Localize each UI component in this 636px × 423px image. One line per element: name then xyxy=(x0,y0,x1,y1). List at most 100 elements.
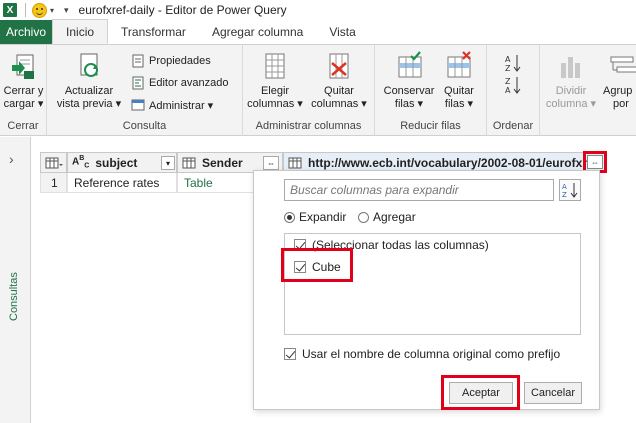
advanced-editor-label: Editor avanzado xyxy=(149,77,229,89)
refresh-icon xyxy=(74,51,104,81)
group-label-administrar-columnas: Administrar columnas xyxy=(255,120,362,132)
svg-text:A: A xyxy=(505,86,511,95)
group-reducir-filas: Conservar filas ▾ Quitar filas ▾ Reducir… xyxy=(375,45,487,136)
window-title: eurofxref-daily - Editor de Power Query xyxy=(78,3,287,17)
split-column-label-1: Dividir xyxy=(555,85,587,97)
expand-column-icon[interactable]: ⇔ xyxy=(263,156,279,170)
sort-descending-button[interactable]: ZA xyxy=(505,75,525,95)
group-label-cerrar: Cerrar xyxy=(7,120,39,132)
remove-rows-button[interactable]: Quitar filas ▾ xyxy=(437,51,481,111)
sort-ascending-icon: AZ xyxy=(505,53,521,73)
prefix-checkbox[interactable]: Usar el nombre de columna original como … xyxy=(284,347,560,361)
column-name-eurofxref: http://www.ecb.int/vocabulary/2002-08-01… xyxy=(308,155,588,170)
table-icon xyxy=(45,157,63,168)
remove-columns-label-2: columnas ▾ xyxy=(311,98,367,110)
group-by-icon xyxy=(609,51,636,81)
feedback-dropdown-icon[interactable]: ▾ xyxy=(50,6,54,15)
split-column-button[interactable]: Dividir columna ▾ xyxy=(542,51,600,111)
group-label-reducir-filas: Reducir filas xyxy=(400,120,461,132)
refresh-label-2: vista previa ▾ xyxy=(56,98,122,110)
tab-vista[interactable]: Vista xyxy=(316,20,368,44)
properties-button[interactable]: Propiedades xyxy=(131,54,211,68)
remove-columns-button[interactable]: Quitar columnas ▾ xyxy=(309,51,369,111)
tab-agregar-columna[interactable]: Agregar columna xyxy=(199,20,316,44)
group-cerrar: Cerrar y cargar ▾ Cerrar xyxy=(0,45,47,136)
group-label-ordenar: Ordenar xyxy=(492,120,534,132)
sort-az-icon: AZ xyxy=(562,183,578,199)
close-load-label-1: Cerrar y xyxy=(3,85,44,97)
sort-ascending-button[interactable]: AZ xyxy=(505,53,525,73)
refresh-preview-button[interactable]: Actualizar vista previa ▾ xyxy=(55,51,123,111)
svg-text:Z: Z xyxy=(505,77,511,86)
expand-columns-dialog: Buscar columnas para expandir AZ Expandi… xyxy=(253,170,600,410)
tab-transformar[interactable]: Transformar xyxy=(108,20,199,44)
remove-columns-icon xyxy=(324,51,354,81)
radio-aggregate[interactable]: Agregar xyxy=(358,210,416,224)
refresh-label-1: Actualizar xyxy=(64,85,114,97)
close-load-label-2: cargar ▾ xyxy=(3,98,44,110)
cell-subject[interactable]: Reference rates xyxy=(67,173,177,193)
row-index: 1 xyxy=(40,173,67,193)
quick-access-menu-icon[interactable]: ▾ xyxy=(64,5,69,16)
text-type-icon[interactable]: ABC xyxy=(72,155,89,169)
manage-label: Administrar ▾ xyxy=(149,99,214,112)
remove-rows-icon xyxy=(444,51,474,81)
keep-rows-icon xyxy=(394,51,424,81)
prefix-label: Usar el nombre de columna original como … xyxy=(302,347,561,361)
advanced-editor-button[interactable]: Editor avanzado xyxy=(131,76,229,90)
ribbon: Cerrar y cargar ▾ Cerrar Actualizar vist… xyxy=(0,44,636,136)
manage-button[interactable]: Administrar ▾ xyxy=(131,98,213,112)
radio-expand-circle[interactable] xyxy=(284,211,295,223)
tab-inicio[interactable]: Inicio xyxy=(52,19,109,44)
column-name-subject: subject xyxy=(95,155,138,170)
cancel-button[interactable]: Cancelar xyxy=(524,382,582,404)
queries-pane-label: Consultas xyxy=(8,272,20,321)
group-by-button[interactable]: Agrup por xyxy=(603,51,636,111)
split-column-label-2: columna ▾ xyxy=(545,98,597,110)
radio-expand-label: Expandir xyxy=(299,210,347,224)
column-header-subject[interactable]: ABC subject ▾ xyxy=(67,152,177,173)
radio-aggregate-label: Agregar xyxy=(373,210,416,224)
choose-columns-label-2: columnas ▾ xyxy=(247,98,303,110)
svg-text:Z: Z xyxy=(505,64,511,73)
excel-icon: X xyxy=(3,3,17,17)
remove-rows-label-1: Quitar xyxy=(444,85,474,97)
column-name-sender: Sender xyxy=(202,155,243,170)
search-columns-input[interactable]: Buscar columnas para expandir xyxy=(284,179,554,201)
close-load-button[interactable]: Cerrar y cargar ▾ xyxy=(2,51,45,111)
tab-archivo[interactable]: Archivo xyxy=(0,20,53,44)
chevron-right-icon[interactable]: › xyxy=(9,151,14,167)
highlight-ok-button xyxy=(441,375,520,410)
group-consulta: Actualizar vista previa ▾ Propiedades Ed… xyxy=(47,45,243,136)
sort-descending-icon: ZA xyxy=(505,75,521,95)
queries-pane[interactable]: › Consultas xyxy=(0,137,31,423)
table-type-icon xyxy=(182,157,196,168)
sort-columns-button[interactable]: AZ xyxy=(559,179,581,201)
split-column-icon xyxy=(556,51,586,81)
properties-label: Propiedades xyxy=(149,55,211,67)
smiley-feedback-icon[interactable] xyxy=(32,2,47,18)
group-ordenar: AZ ZA Ordenar xyxy=(487,45,540,136)
filter-dropdown-icon[interactable]: ▾ xyxy=(161,156,175,170)
prefix-check[interactable] xyxy=(284,348,296,360)
choose-columns-label-1: Elegir xyxy=(260,85,290,97)
title-separator xyxy=(25,3,26,17)
table-menu-button[interactable] xyxy=(40,152,67,173)
keep-rows-label-2: filas ▾ xyxy=(394,98,424,110)
radio-expand[interactable]: Expandir xyxy=(284,210,346,224)
title-bar: X ▾ ▾ eurofxref-daily - Editor de Power … xyxy=(0,0,636,20)
highlight-cube-checkbox xyxy=(281,248,353,282)
choose-columns-button[interactable]: Elegir columnas ▾ xyxy=(247,51,303,111)
group-by-label-2: por xyxy=(613,98,629,110)
group-label-consulta: Consulta xyxy=(122,120,167,132)
table-type-icon xyxy=(288,157,302,168)
remove-columns-label-1: Quitar xyxy=(324,85,354,97)
radio-aggregate-circle[interactable] xyxy=(358,211,369,223)
ribbon-tabs: Archivo Inicio Transformar Agregar colum… xyxy=(0,19,636,44)
advanced-editor-icon xyxy=(131,76,145,90)
remove-rows-label-2: filas ▾ xyxy=(444,98,474,110)
svg-text:A: A xyxy=(562,183,567,191)
keep-rows-button[interactable]: Conservar filas ▾ xyxy=(379,51,439,111)
group-administrar-columnas: Elegir columnas ▾ Quitar columnas ▾ Admi… xyxy=(243,45,375,136)
svg-text:Z: Z xyxy=(562,191,567,199)
